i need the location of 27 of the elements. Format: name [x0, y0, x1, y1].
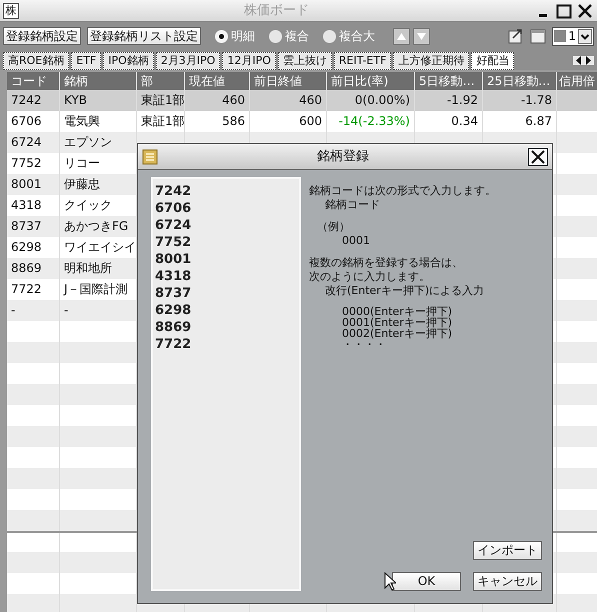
instruction-text: 0001(Enterキー押下) — [342, 317, 454, 328]
table-cell: 6724 — [7, 132, 60, 153]
table-cell: 8737 — [7, 216, 60, 237]
table-cell: KYB — [60, 90, 137, 111]
table-cell: 0(0.00%) — [327, 90, 415, 111]
table-cell: -1.92 — [415, 90, 483, 111]
table-cell: 7242 — [7, 90, 60, 111]
window-title: 株価ボード — [243, 2, 310, 20]
instruction-text: 0000(Enterキー押下) — [342, 306, 454, 317]
instruction-text: 銘柄コード — [325, 198, 381, 212]
instruction-text: 次のように入力します。 — [309, 270, 431, 284]
instruction-text: 複数の銘柄を登録する場合は、 — [309, 256, 464, 270]
instruction-text: 改行(Enterキー押下)による入力 — [325, 284, 486, 298]
table-cell: - — [7, 300, 60, 321]
window-icon: 株 — [3, 2, 19, 18]
page-number: 1 — [568, 28, 576, 45]
instruction-text: ・・・・ — [342, 339, 386, 350]
table-cell: 東証1部 — [137, 90, 185, 111]
table-cell: 8001 — [7, 174, 60, 195]
instruction-text: 0001 — [342, 234, 371, 248]
instruction-text: 0002(Enterキー押下) — [342, 328, 454, 339]
instruction-text: 銘柄コードは次の形式で入力します。 — [309, 184, 497, 198]
table-cell: 8869 — [7, 258, 60, 279]
table-cell: -1.78 — [483, 90, 557, 111]
table-cell: 460 — [185, 90, 250, 111]
instruction-text: （例） — [317, 220, 351, 234]
table-cell: 460 — [250, 90, 327, 111]
